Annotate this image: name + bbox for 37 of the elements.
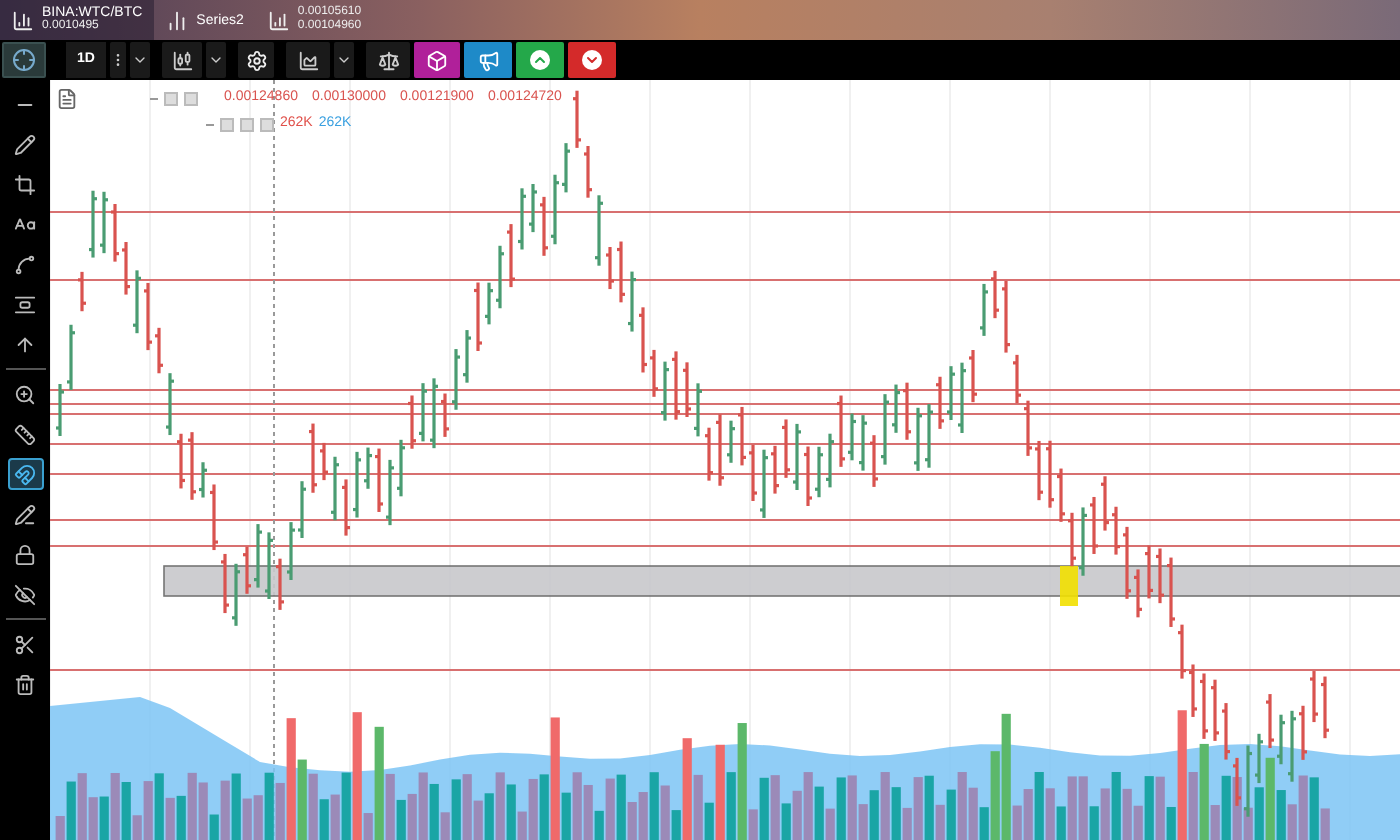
more-icon[interactable] <box>110 42 126 78</box>
pattern-icon <box>14 253 36 275</box>
scissors-icon <box>14 633 36 655</box>
lock-icon <box>14 543 36 565</box>
cube-icon <box>426 49 448 71</box>
highlight-marker <box>1060 566 1078 606</box>
area-chart-icon[interactable] <box>286 42 330 78</box>
chevron-up-icon <box>530 50 550 70</box>
caret-icon[interactable] <box>334 42 354 78</box>
caret-icon[interactable] <box>206 42 226 78</box>
chart-icon <box>267 9 290 31</box>
trash-icon <box>14 673 36 695</box>
eye-off-icon <box>14 583 36 605</box>
megaphone-icon <box>477 49 499 71</box>
ruler-icon <box>14 423 36 445</box>
document-icon <box>56 88 78 110</box>
bars-chart-icon[interactable] <box>162 42 202 78</box>
text-icon <box>14 213 36 235</box>
chart-icon <box>12 9 34 31</box>
cube-button[interactable] <box>414 42 460 78</box>
scales-icon[interactable] <box>366 42 410 78</box>
up-button[interactable] <box>516 42 564 78</box>
crosshair-icon <box>12 48 36 72</box>
pencil-icon <box>14 503 36 525</box>
megaphone-button[interactable] <box>464 42 512 78</box>
crop-icon <box>14 173 36 195</box>
chevron-down-icon <box>582 50 602 70</box>
magnet-icon <box>14 463 36 485</box>
levels-icon <box>14 293 36 315</box>
pencil-icon <box>14 133 36 155</box>
crosshair-button[interactable] <box>2 42 46 78</box>
zoom-icon <box>14 383 36 405</box>
arrow-icon <box>14 333 36 355</box>
down-button[interactable] <box>568 42 616 78</box>
caret-icon[interactable] <box>130 42 150 78</box>
magnet-tool[interactable] <box>7 458 43 490</box>
chart-icon <box>166 9 189 31</box>
